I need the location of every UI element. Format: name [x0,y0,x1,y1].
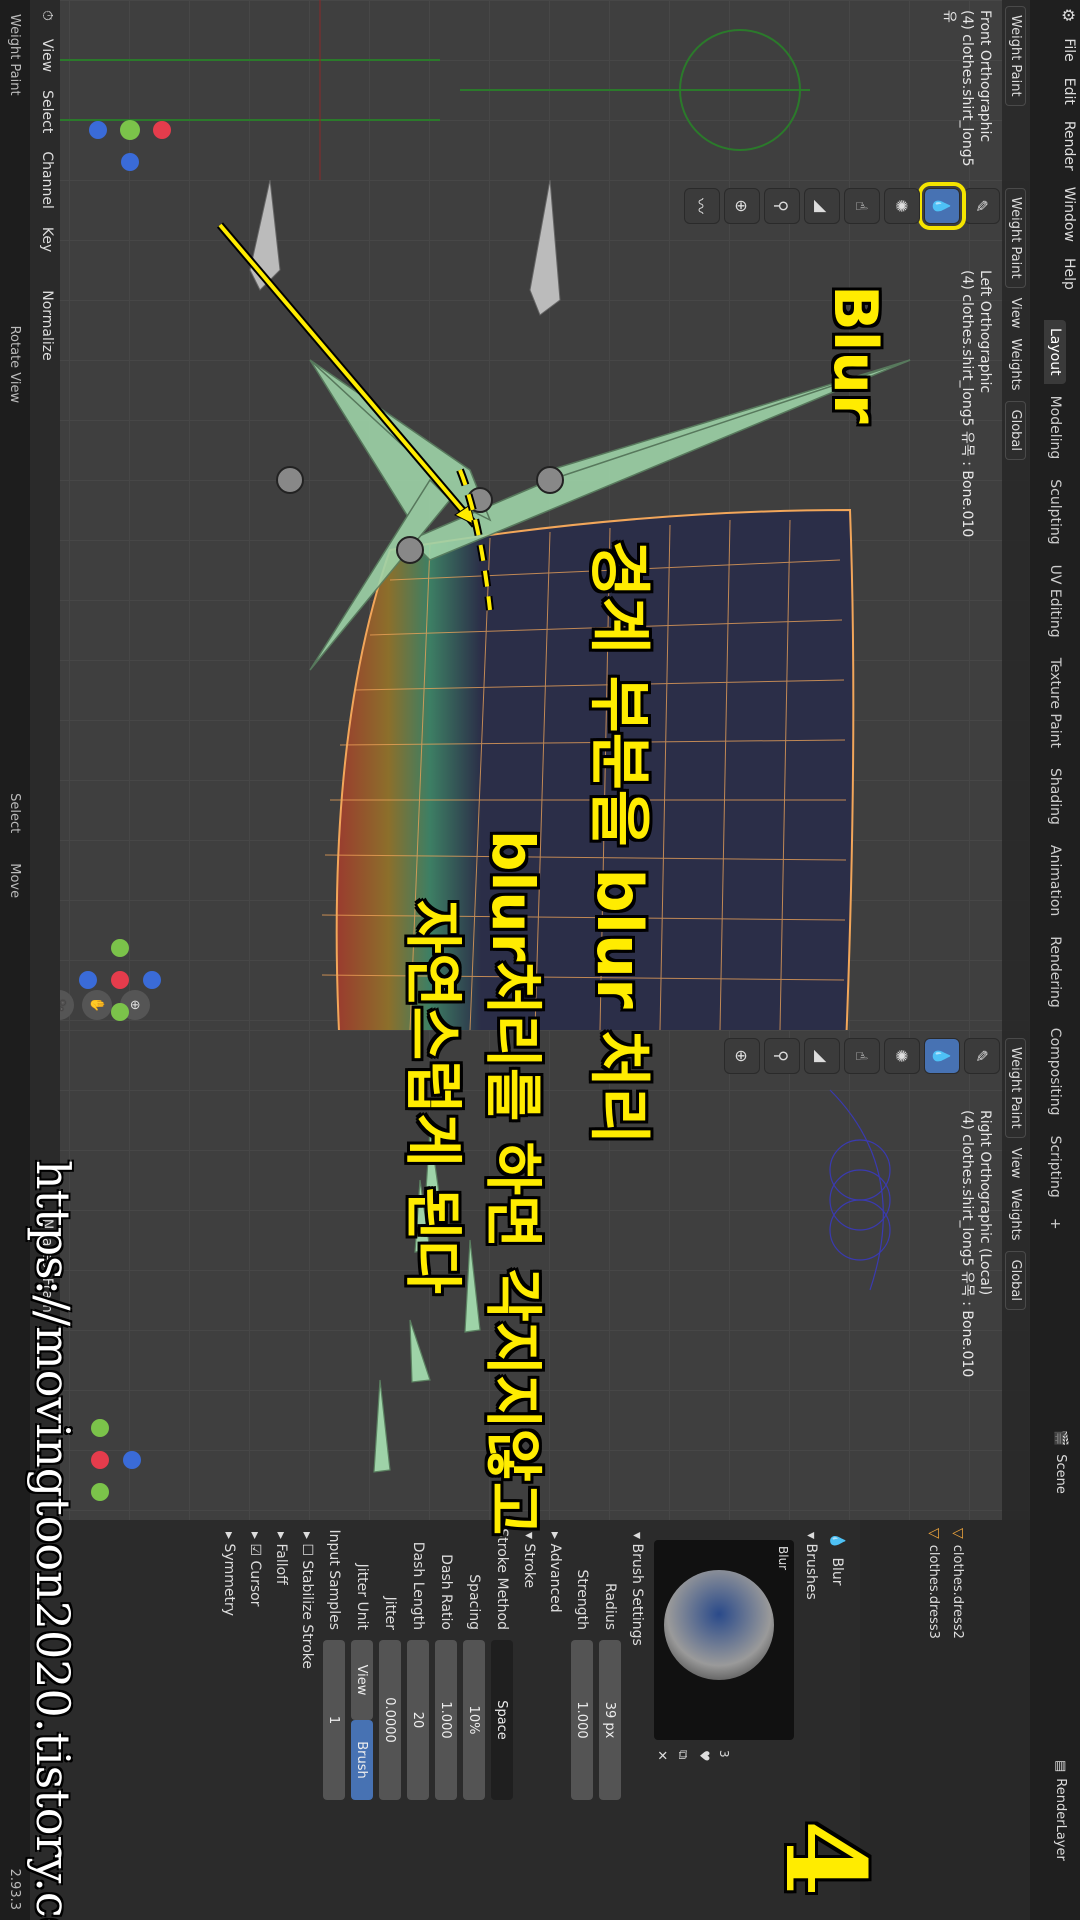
watermark: https://movingtoon2020.tistory.com [26,1160,80,1920]
blender-window: ⚙ File Edit Render Window Help Layout Mo… [0,0,1080,1920]
annotation-line-3: 자연스럽게 된다 [399,900,467,1294]
annotation-line-1: 경계 부분을 blur 처리 [583,540,656,1145]
annotation-blur-label: Blur [820,285,890,424]
annotation-line-2: blur처리를 하면 각지지않고 [479,830,547,1536]
screenshot-stage: ⚙ File Edit Render Window Help Layout Mo… [0,0,1080,1920]
annotation-step-number: 4 [761,1820,890,1897]
